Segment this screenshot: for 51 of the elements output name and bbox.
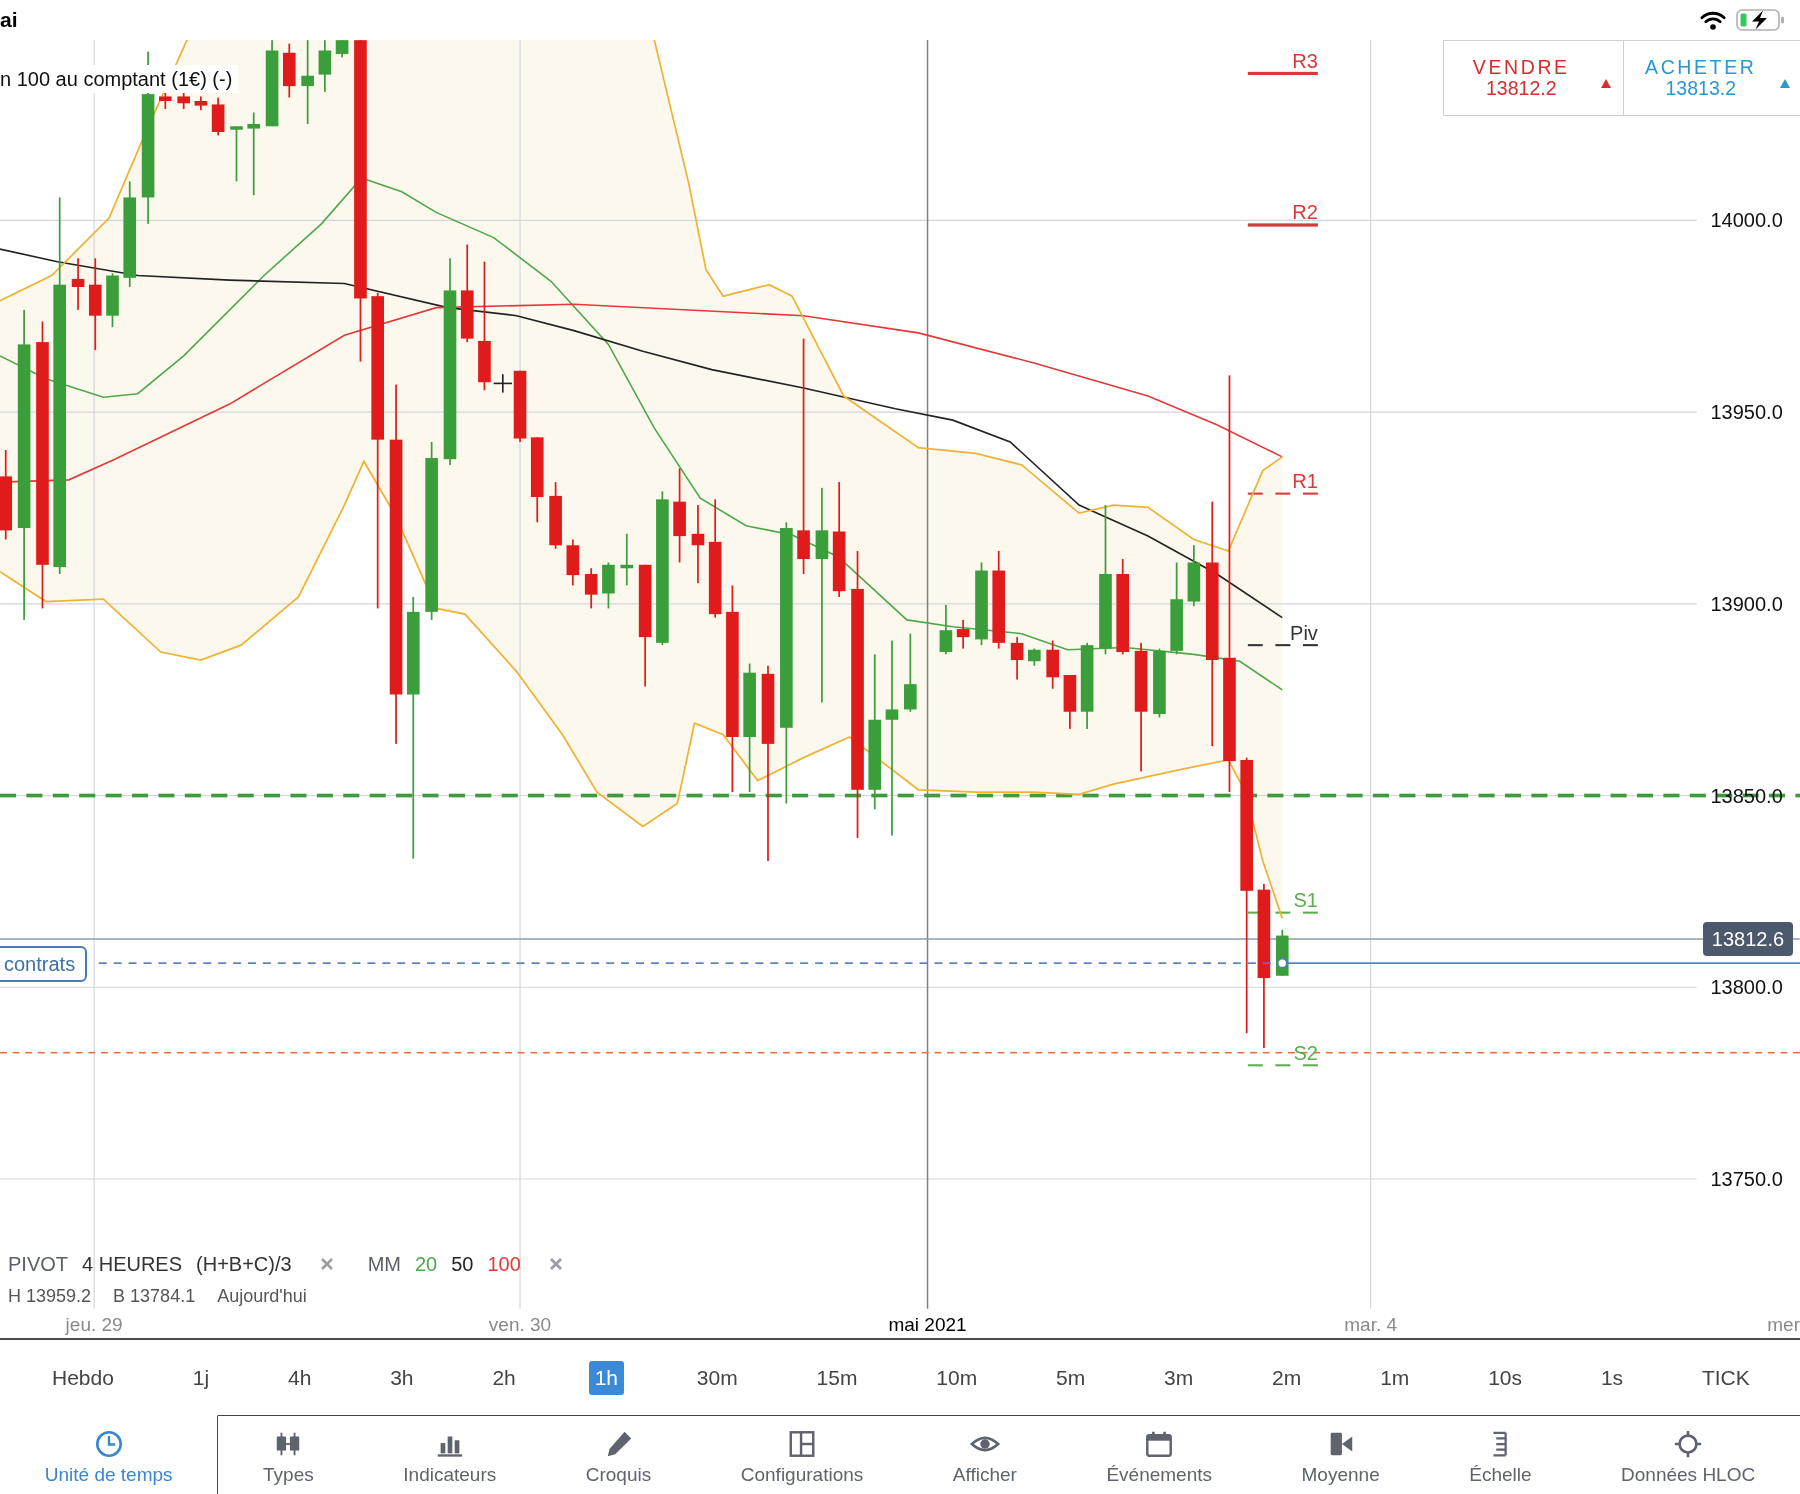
close-icon[interactable] [319, 1257, 334, 1271]
timeframe-tab[interactable]: 1h [588, 1360, 624, 1395]
indicator-value: H 13959.2 [8, 1286, 92, 1306]
price-axis-label: 13950.0 [1710, 402, 1783, 423]
indicator-period: 20 [414, 1254, 438, 1274]
price-axis-label: 13900.0 [1710, 593, 1783, 614]
instrument-title: n 100 au comptant (1€) (-) [0, 65, 239, 94]
indicator-value: Aujourd'hui [217, 1286, 307, 1306]
pivot-level-label: S2 [1293, 1042, 1318, 1063]
indicator-setting: (H+B+C)/3 [196, 1254, 292, 1274]
price-axis-label: 14000.0 [1710, 210, 1783, 231]
timeframe-tab[interactable]: Hebdo [46, 1360, 120, 1395]
indicator-name: MM [367, 1254, 401, 1274]
timeframe-tab[interactable]: 3h [384, 1360, 420, 1395]
price-marker-icon [1276, 957, 1288, 969]
timeframe-tab[interactable]: 1s [1594, 1360, 1630, 1395]
timeframe-tab[interactable]: 10m [930, 1360, 984, 1395]
indicator-value: B 13784.1 [113, 1286, 196, 1306]
indicator-setting: 4 HEURES [82, 1254, 183, 1274]
pivot-level-label: Piv [1290, 622, 1318, 643]
calendar-icon [1144, 1429, 1175, 1459]
price-axis-label: 13750.0 [1710, 1168, 1783, 1189]
timeframe-tab[interactable]: TICK [1695, 1360, 1756, 1395]
battery-charging-icon [1736, 9, 1786, 31]
timeframe-tab[interactable]: 2m [1266, 1360, 1308, 1395]
timeframe-tab[interactable]: 4h [281, 1360, 318, 1395]
timeframe-tab[interactable]: 15m [810, 1360, 864, 1395]
timeframe-tab[interactable]: 10s [1482, 1360, 1529, 1395]
status-time: ai [0, 8, 18, 32]
pivot-level-label: R1 [1292, 471, 1318, 491]
target-icon [1673, 1429, 1704, 1459]
pivot-level-label: S1 [1293, 890, 1318, 910]
indicator-period: 50 [451, 1254, 474, 1274]
pivot-level-label: R2 [1292, 202, 1318, 223]
crosshair-icon [493, 374, 512, 393]
timeframe-tab[interactable]: 5m [1050, 1360, 1092, 1395]
clock-icon [93, 1429, 124, 1459]
price-axis-label: 13800.0 [1710, 977, 1783, 998]
timeframe-tab[interactable]: 1j [186, 1360, 216, 1395]
indicator-period: 100 [487, 1254, 521, 1274]
timeframe-tab[interactable]: 30m [690, 1360, 744, 1395]
position-tag[interactable]: contrats [0, 946, 88, 983]
timeframe-tab[interactable]: 2h [486, 1360, 522, 1395]
wifi-icon [1700, 10, 1726, 30]
timeframe-tab[interactable]: 1m [1374, 1360, 1416, 1395]
layout-icon [787, 1429, 817, 1459]
close-icon[interactable] [548, 1257, 563, 1271]
current-price-label: 13812.6 [1702, 922, 1794, 956]
indicator-name: PIVOT [8, 1254, 68, 1274]
timeframe-tab[interactable]: 3m [1158, 1360, 1200, 1395]
pivot-level-label: R3 [1292, 50, 1318, 71]
